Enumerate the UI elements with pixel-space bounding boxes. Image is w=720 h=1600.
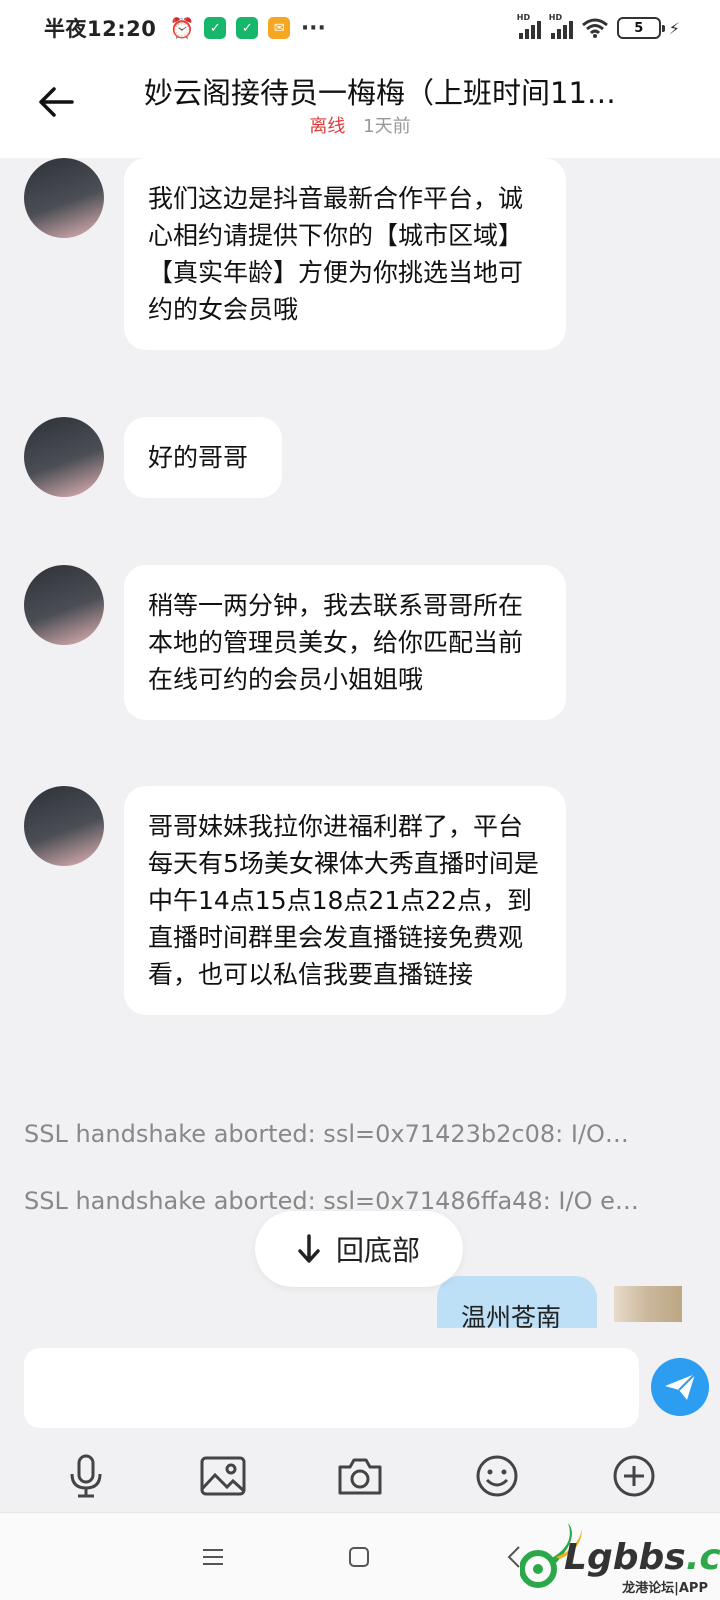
microphone-icon [70,1454,102,1498]
scroll-to-bottom-button[interactable]: 回底部 [255,1211,463,1287]
image-button[interactable] [193,1446,253,1506]
system-navbar: Lgbbs.cn 龙港论坛|APP [0,1512,720,1600]
avatar[interactable] [24,158,104,238]
menu-button[interactable] [191,1535,235,1579]
avatar[interactable] [24,417,104,497]
message-item: 稍等一两分钟，我去联系哥哥所在本地的管理员美女，给你匹配当前在线可约的会员小姐姐… [24,565,566,720]
menu-icon [203,1549,223,1565]
camera-icon [338,1458,382,1495]
offline-status: 离线 [309,116,346,137]
signal-icon-2: HD [549,13,573,39]
message-item: 哥哥妹妹我拉你进福利群了，平台每天有5场美女裸体大秀直播时间是中午14点15点1… [24,786,566,1015]
status-right: HD HD 5 ⚡ [517,13,680,39]
scroll-to-bottom-label: 回底部 [335,1234,420,1267]
message-bubble[interactable]: 好的哥哥 [124,417,282,498]
charging-icon: ⚡ [668,18,680,38]
emoji-button[interactable] [467,1446,527,1506]
chat-header: 妙云阁接待员一梅梅（上班时间11… 离线 1天前 [0,56,720,158]
message-item: 我们这边是抖音最新合作平台，诚心相约请提供下你的【城市区域】【真实年龄】方便为你… [24,158,566,350]
contact-status: 离线 1天前 [0,112,720,138]
status-time: 半夜12:20 [44,17,157,41]
home-button[interactable] [337,1535,381,1579]
system-message: SSL handshake aborted: ssl=0x71423b2c08:… [24,1120,629,1148]
image-icon [200,1456,246,1496]
voice-button[interactable] [56,1446,116,1506]
send-button[interactable] [651,1358,709,1416]
more-notifications-icon: ··· [300,15,326,41]
shield-app-icon-2: ✓ [236,17,259,39]
alarm-icon: ⏰ [169,16,195,40]
status-bar: 半夜12:20 ⏰ ✓ ✓ ✉ ··· HD HD 5 ⚡ [0,0,720,56]
my-avatar[interactable] [614,1286,682,1322]
arrow-down-icon [298,1234,320,1263]
composer-toolbar [0,1440,720,1512]
more-button[interactable] [604,1446,664,1506]
emoji-icon [476,1455,518,1497]
last-seen: 1天前 [363,116,411,137]
camera-button[interactable] [330,1446,390,1506]
plus-icon [613,1455,655,1497]
message-bubble[interactable]: 哥哥妹妹我拉你进福利群了，平台每天有5场美女裸体大秀直播时间是中午14点15点1… [124,786,566,1015]
watermark-brand: Lgbbs.cn [564,1537,720,1578]
avatar[interactable] [24,565,104,645]
notification-icons: ⏰ ✓ ✓ ✉ ··· [169,15,326,41]
message-bubble[interactable]: 稍等一两分钟，我去联系哥哥所在本地的管理员美女，给你匹配当前在线可约的会员小姐姐… [124,565,566,720]
send-icon [665,1373,696,1400]
battery-icon: 5 [616,17,665,39]
message-list[interactable]: 我们这边是抖音最新合作平台，诚心相约请提供下你的【城市区域】【真实年龄】方便为你… [0,158,720,1328]
message-item: 好的哥哥 [24,417,282,498]
message-input[interactable] [24,1348,639,1428]
avatar[interactable] [24,786,104,866]
signal-icon: HD [517,13,541,39]
message-app-icon: ✉ [268,17,291,39]
composer [0,1330,720,1440]
watermark-logo: Lgbbs.cn 龙港论坛|APP [520,1519,720,1596]
wifi-icon [581,18,608,38]
message-bubble[interactable]: 我们这边是抖音最新合作平台，诚心相约请提供下你的【城市区域】【真实年龄】方便为你… [124,158,566,350]
chat-title: 妙云阁接待员一梅梅（上班时间11… [144,76,616,110]
watermark-subtitle: 龙港论坛|APP [622,1581,708,1596]
my-message-bubble[interactable]: 温州苍南 [437,1276,597,1328]
home-square-icon [349,1547,369,1567]
shield-app-icon: ✓ [204,17,227,39]
